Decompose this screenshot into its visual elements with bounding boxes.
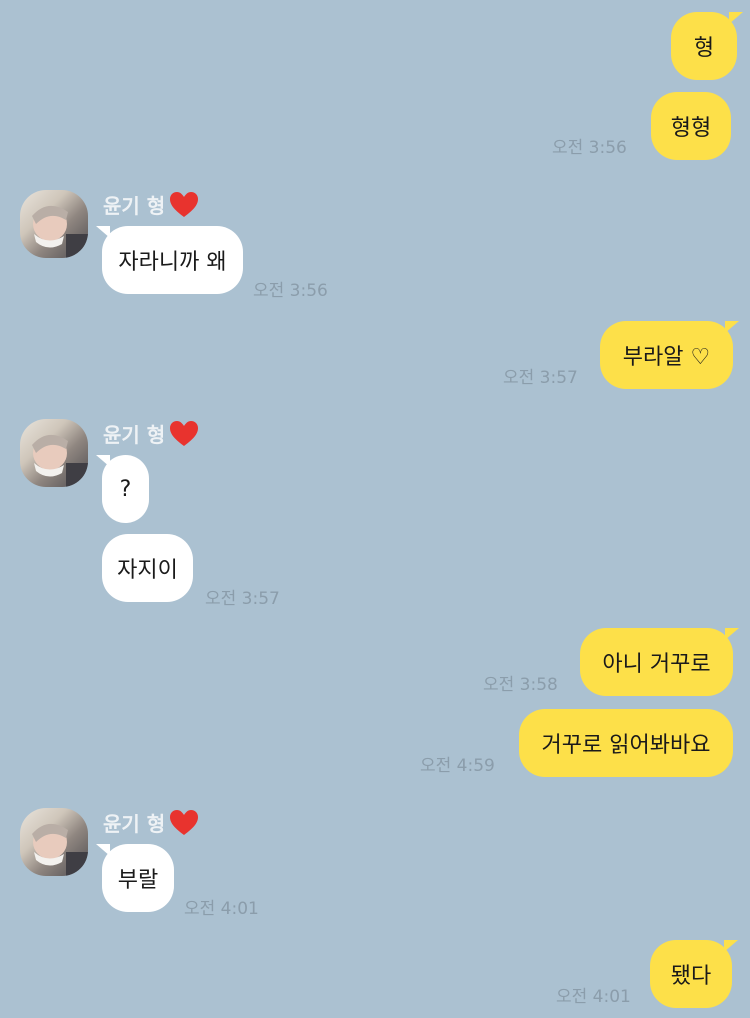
their-message-bubble[interactable]: 자라니까 왜 xyxy=(96,226,243,294)
message-text: 부랄 xyxy=(117,868,159,893)
message-text: 자라니까 왜 xyxy=(118,250,227,275)
message-time: 오전 4:01 xyxy=(556,987,631,1007)
message-text: 형형 xyxy=(670,116,712,141)
my-message-bubble[interactable]: 거꾸로 읽어봐바요 xyxy=(519,709,733,777)
message-text: 형 xyxy=(693,36,715,61)
message-text: ? xyxy=(119,476,132,502)
my-message-bubble[interactable]: 형형 xyxy=(651,92,731,160)
message-time: 오전 3:58 xyxy=(483,675,558,695)
contact-name: 윤기 형 xyxy=(103,419,199,448)
message-text: 자지이 xyxy=(117,558,178,583)
my-message-bubble[interactable]: 형 xyxy=(671,12,743,80)
my-message-bubble[interactable]: 됐다 xyxy=(650,940,738,1008)
contact-avatar[interactable] xyxy=(20,419,88,487)
contact-name: 윤기 형 xyxy=(103,808,199,837)
message-time: 오전 4:01 xyxy=(184,899,259,919)
message-time: 오전 3:57 xyxy=(503,368,578,388)
heart-icon xyxy=(170,420,199,446)
message-text: 아니 거꾸로 xyxy=(602,652,711,677)
their-message-bubble[interactable]: ? xyxy=(96,455,149,523)
message-text: 됐다 xyxy=(670,964,712,989)
message-text: 거꾸로 읽어봐바요 xyxy=(541,733,711,758)
message-time: 오전 4:59 xyxy=(420,756,495,776)
heart-icon xyxy=(170,191,199,217)
heart-icon xyxy=(170,809,199,835)
message-time: 오전 3:56 xyxy=(552,138,627,158)
contact-name: 윤기 형 xyxy=(103,190,199,219)
contact-avatar[interactable] xyxy=(20,808,88,876)
message-time: 오전 3:56 xyxy=(253,281,328,301)
their-message-bubble[interactable]: 부랄 xyxy=(96,844,174,912)
my-message-bubble[interactable]: 부라알 ♡ xyxy=(600,321,739,389)
contact-avatar[interactable] xyxy=(20,190,88,258)
my-message-bubble[interactable]: 아니 거꾸로 xyxy=(580,628,739,696)
message-text: 부라알 ♡ xyxy=(622,345,711,370)
their-message-bubble[interactable]: 자지이 xyxy=(102,534,193,602)
message-time: 오전 3:57 xyxy=(205,589,280,609)
